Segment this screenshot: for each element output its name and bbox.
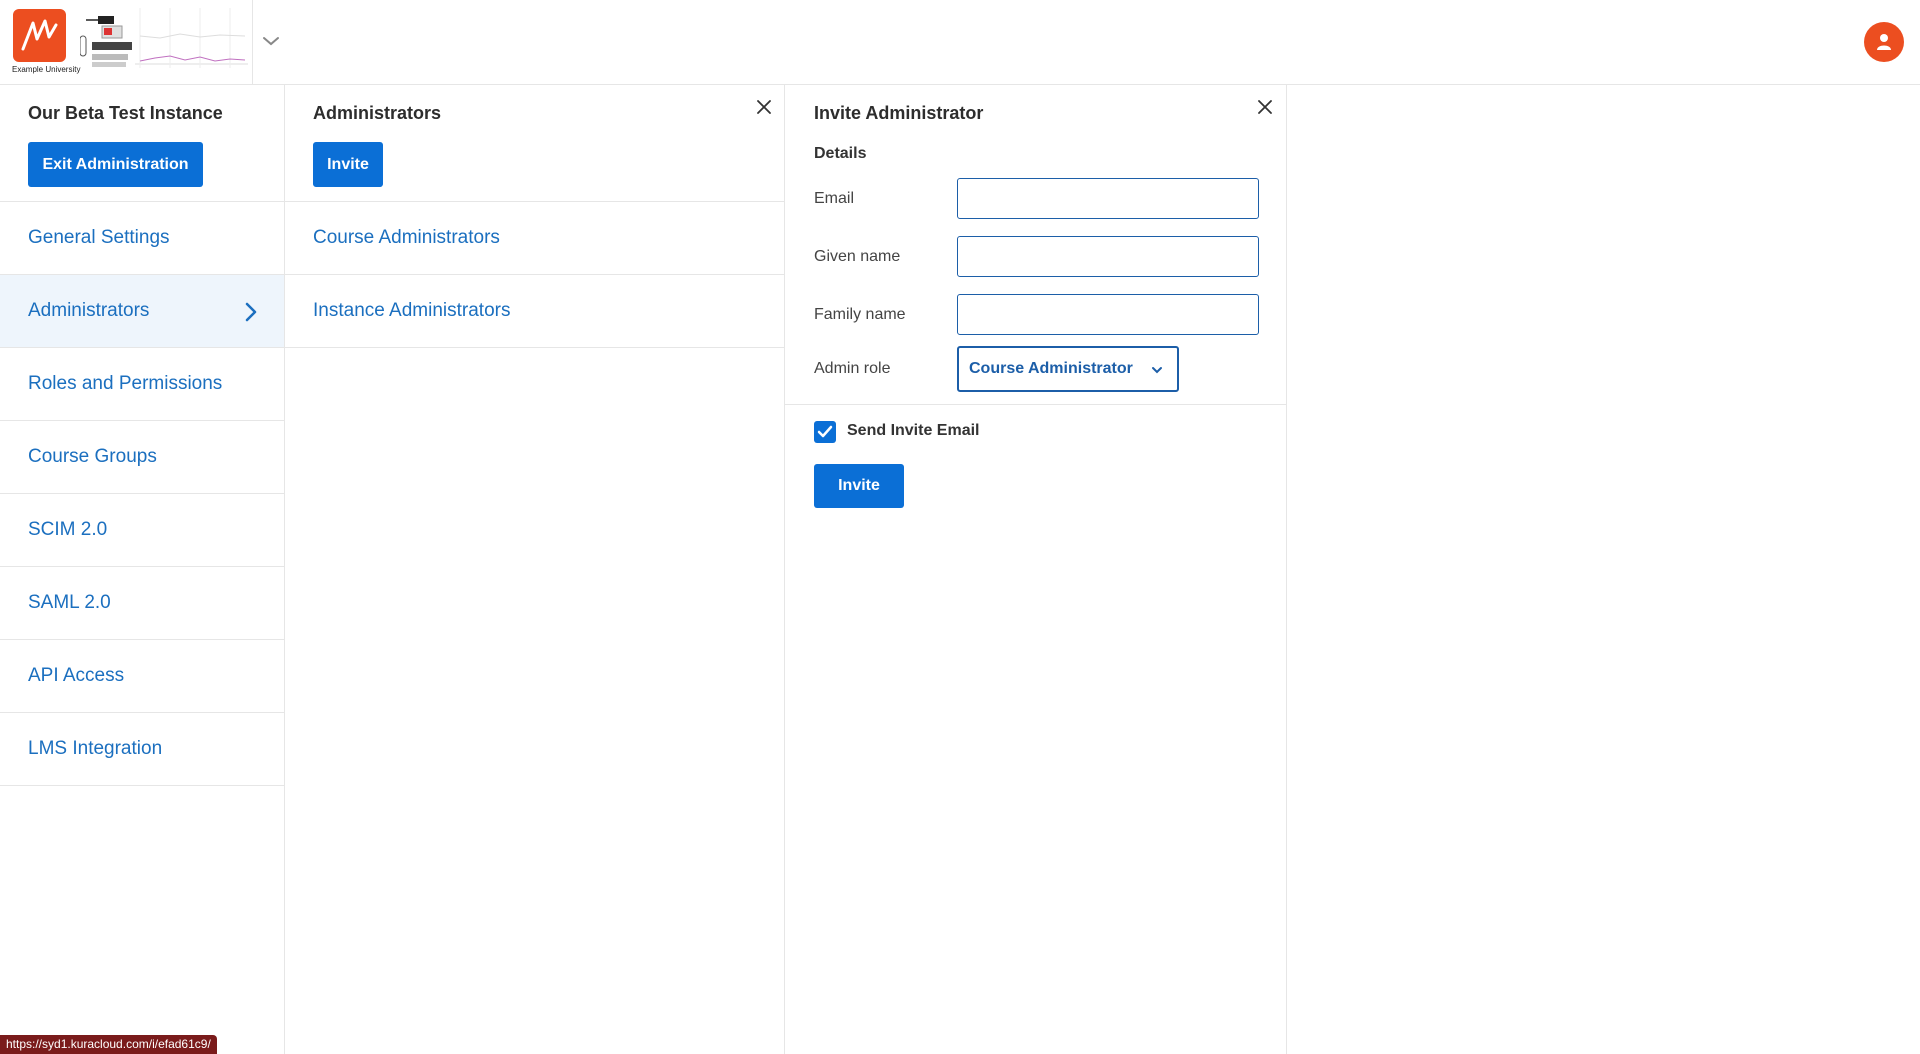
- invite-administrator-button[interactable]: Invite: [313, 142, 383, 187]
- send-invite-email-checkbox[interactable]: [814, 421, 836, 443]
- nav-item-lms-integration[interactable]: LMS Integration: [0, 713, 284, 786]
- list-item-label: Instance Administrators: [313, 300, 511, 321]
- nav-item-general-settings[interactable]: General Settings: [0, 202, 284, 275]
- close-icon[interactable]: [755, 98, 773, 116]
- nav-item-scim[interactable]: SCIM 2.0: [0, 494, 284, 567]
- admin-role-label: Admin role: [814, 360, 891, 377]
- email-field[interactable]: [957, 178, 1259, 219]
- list-item-label: Course Administrators: [313, 227, 500, 248]
- administrators-list: Course Administrators Instance Administr…: [285, 201, 784, 348]
- nav-item-course-groups[interactable]: Course Groups: [0, 421, 284, 494]
- chevron-right-icon: [245, 302, 257, 322]
- chevron-down-icon: [1152, 367, 1162, 374]
- chevron-down-icon[interactable]: [261, 33, 281, 49]
- nav-item-roles-permissions[interactable]: Roles and Permissions: [0, 348, 284, 421]
- nav-item-label: SCIM 2.0: [28, 519, 108, 540]
- list-item-course-administrators[interactable]: Course Administrators: [285, 202, 784, 275]
- send-invite-email-label: Send Invite Email: [847, 422, 980, 439]
- instance-title: Our Beta Test Instance: [28, 103, 223, 123]
- invite-administrator-panel: Invite Administrator Details Email Given…: [785, 85, 1287, 1054]
- status-bar-url: https://syd1.kuracloud.com/i/efad61c9/: [0, 1035, 217, 1054]
- invite-title: Invite Administrator: [814, 103, 984, 123]
- settings-nav-list: General Settings Administrators Roles an…: [0, 201, 284, 786]
- nav-item-saml[interactable]: SAML 2.0: [0, 567, 284, 640]
- form-divider: [785, 404, 1286, 405]
- family-name-field[interactable]: [957, 294, 1259, 335]
- details-section-label: Details: [814, 145, 867, 162]
- family-name-label: Family name: [814, 306, 906, 323]
- nav-item-label: Course Groups: [28, 446, 157, 467]
- logo-caption: Example University: [12, 65, 81, 74]
- nav-item-label: Roles and Permissions: [28, 373, 223, 394]
- institution-logo-icon: [13, 9, 66, 62]
- nav-item-label: LMS Integration: [28, 738, 163, 759]
- administrators-panel: Administrators Invite Course Administrat…: [285, 85, 785, 1054]
- given-name-field[interactable]: [957, 236, 1259, 277]
- given-name-label: Given name: [814, 248, 901, 265]
- logo-area[interactable]: Example University: [0, 0, 253, 84]
- email-label: Email: [814, 190, 855, 207]
- nav-item-label: Administrators: [28, 300, 150, 321]
- nav-item-label: SAML 2.0: [28, 592, 111, 613]
- admin-role-select[interactable]: Course Administrator: [957, 346, 1179, 392]
- admin-role-value: Course Administrator: [969, 360, 1133, 377]
- list-item-instance-administrators[interactable]: Instance Administrators: [285, 275, 784, 348]
- settings-nav-panel: Our Beta Test Instance Exit Administrati…: [0, 85, 285, 1054]
- exit-administration-button[interactable]: Exit Administration: [28, 142, 203, 187]
- nav-item-label: API Access: [28, 665, 125, 686]
- logo-illustration-icon: [80, 8, 248, 68]
- user-icon[interactable]: [1864, 22, 1904, 62]
- checkmark-icon: [817, 425, 833, 438]
- nav-item-label: General Settings: [28, 227, 170, 248]
- nav-item-administrators[interactable]: Administrators: [0, 275, 284, 348]
- top-header: Example University: [0, 0, 1920, 85]
- administrators-title: Administrators: [313, 103, 442, 123]
- submit-invite-button[interactable]: Invite: [814, 464, 904, 508]
- close-icon[interactable]: [1256, 98, 1274, 116]
- nav-item-api-access[interactable]: API Access: [0, 640, 284, 713]
